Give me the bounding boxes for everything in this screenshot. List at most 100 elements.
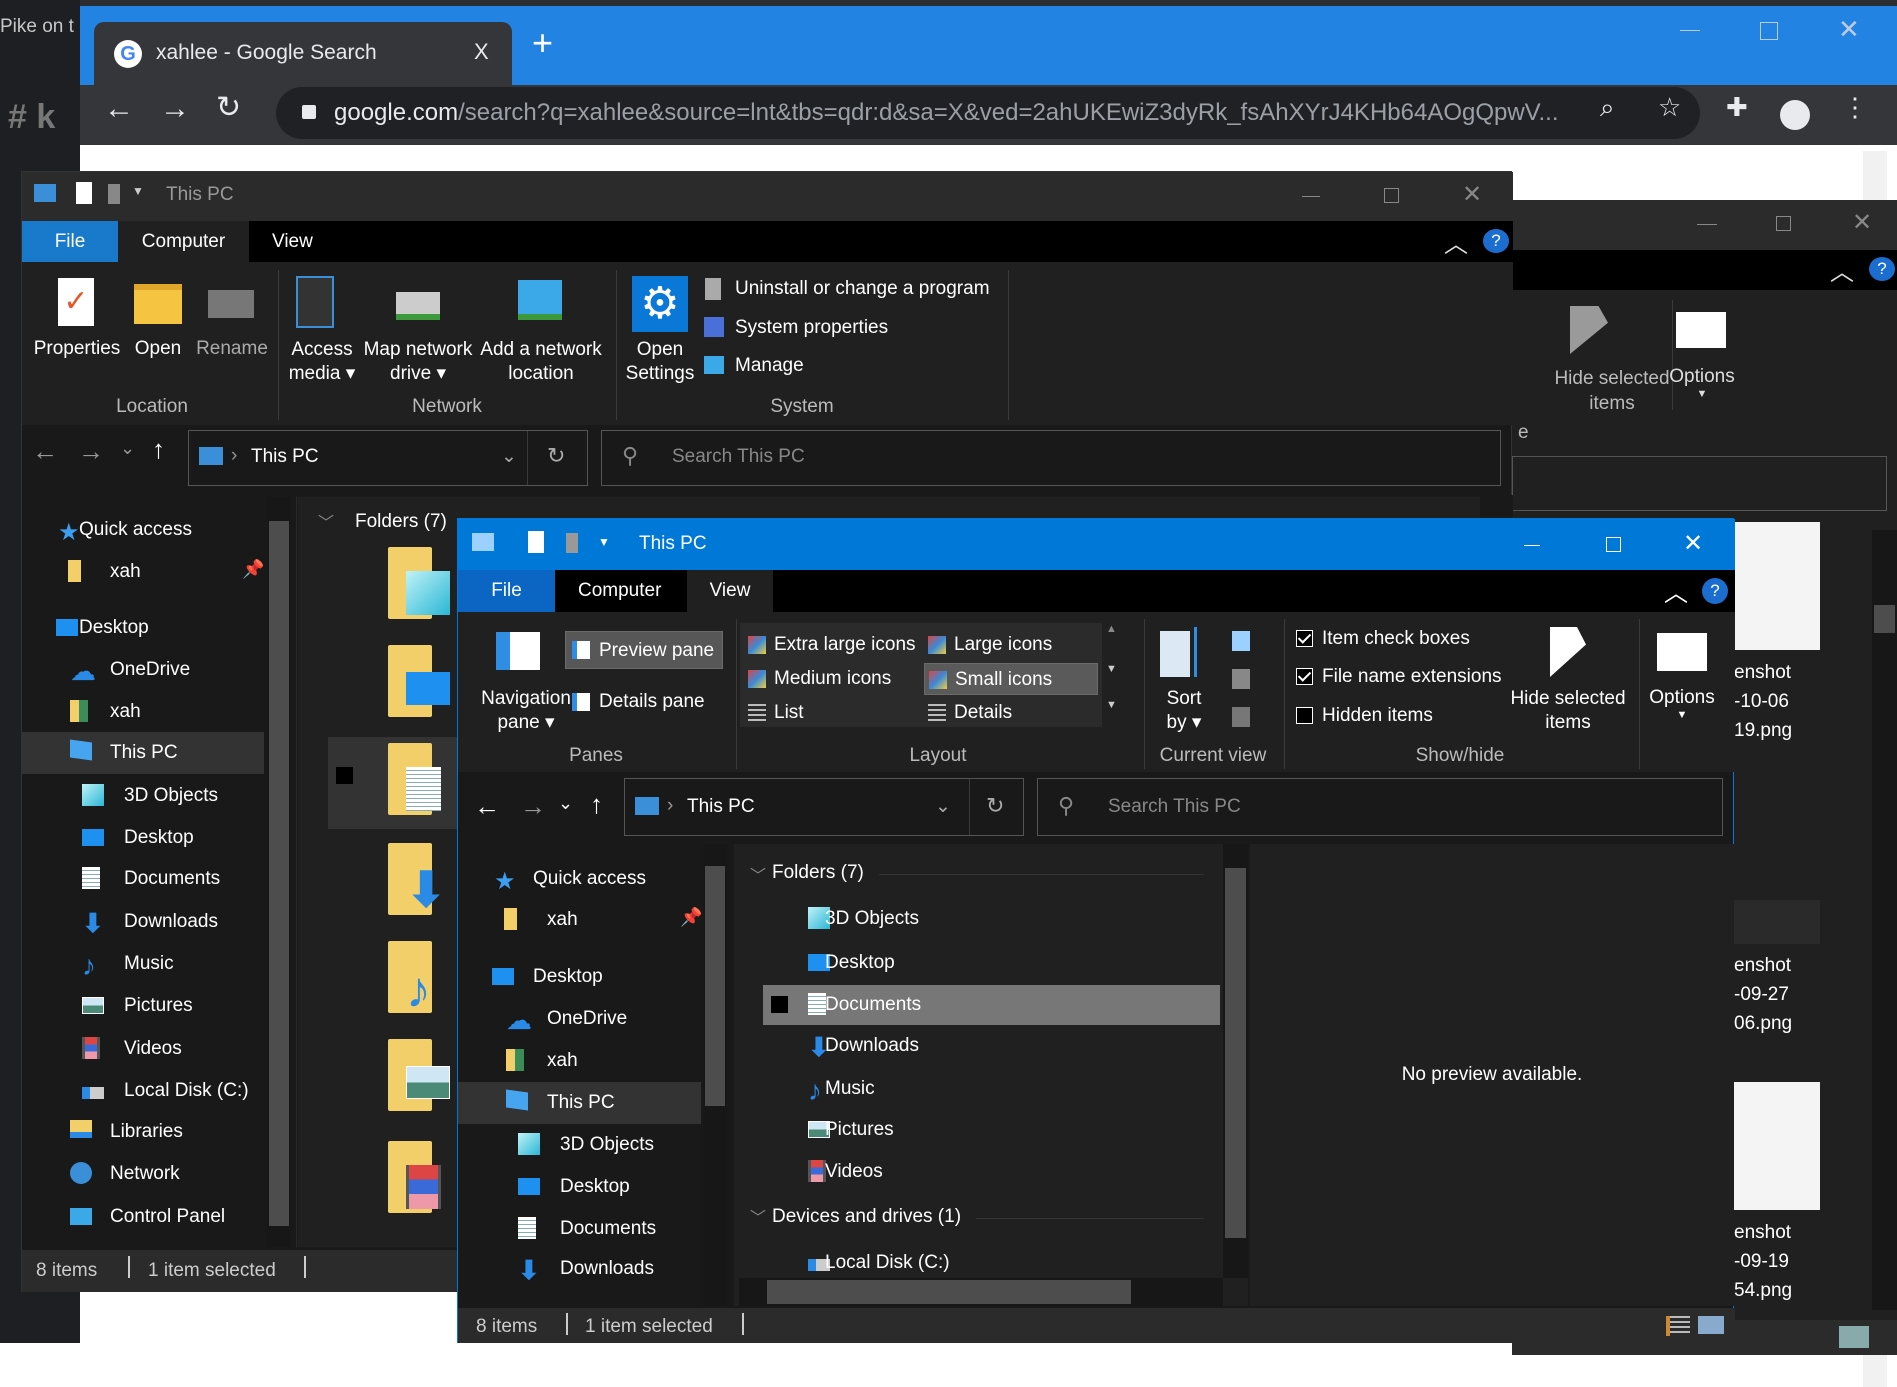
tab-view[interactable]: View <box>272 221 313 262</box>
tab-close-button[interactable]: X <box>474 39 489 65</box>
tab-file[interactable]: File <box>458 570 555 612</box>
close-icon[interactable]: ✕ <box>1852 208 1872 237</box>
properties-button[interactable]: Properties <box>32 338 122 360</box>
nav-item[interactable]: xah 📌 <box>22 551 264 593</box>
file-tile[interactable]: enshot -09-27 06.png <box>1734 900 1854 1100</box>
nav-item[interactable]: Documents <box>22 858 264 900</box>
collapse-ribbon-icon[interactable]: ︿ <box>1444 224 1468 259</box>
account-icon[interactable] <box>1780 100 1810 130</box>
pin-icon[interactable]: 📌 <box>680 907 702 928</box>
close-icon[interactable]: ✕ <box>1462 180 1482 209</box>
extensions-icon[interactable]: ✚ <box>1726 92 1748 123</box>
forward-button[interactable]: → <box>520 791 546 822</box>
add-network-location-button[interactable]: Add a network location <box>478 338 604 386</box>
new-folder-qat-icon[interactable] <box>566 533 578 553</box>
system-properties-button[interactable]: System properties <box>735 317 888 339</box>
help-icon[interactable]: ? <box>1702 578 1728 604</box>
scrollbar-thumb[interactable] <box>269 521 289 1226</box>
breadcrumb-this-pc[interactable]: This PC <box>251 446 319 468</box>
collapse-ribbon-icon[interactable]: ︿ <box>1830 252 1854 287</box>
manage-button[interactable]: Manage <box>735 355 804 377</box>
chrome-tab[interactable]: G xahlee - Google Search X <box>94 22 512 85</box>
item-check-boxes-checkbox[interactable] <box>1296 630 1313 647</box>
details-pane-button[interactable]: Details pane <box>599 691 705 713</box>
scrollbar[interactable] <box>1872 530 1897 1310</box>
recent-locations-button[interactable]: ⌄ <box>120 438 135 459</box>
maximize-icon[interactable] <box>1760 22 1778 40</box>
pin-icon[interactable]: 📌 <box>242 559 264 580</box>
tab-computer[interactable]: Computer <box>118 221 249 262</box>
nav-item[interactable]: Control Panel <box>22 1196 264 1238</box>
forward-button[interactable]: → <box>78 436 104 467</box>
gallery-up-icon[interactable]: ▲ <box>1106 623 1117 635</box>
minimize-icon[interactable] <box>1524 545 1540 546</box>
nav-item[interactable]: Pictures <box>22 985 264 1027</box>
nav-item[interactable]: Desktop <box>458 956 701 998</box>
options-button[interactable]: Options ▼ <box>1642 687 1722 721</box>
qat-dropdown-icon[interactable]: ▼ <box>132 184 144 198</box>
properties-qat-icon[interactable] <box>76 182 92 204</box>
folder-item[interactable]: Pictures <box>763 1110 1220 1150</box>
nav-item[interactable]: Documents <box>458 1208 701 1250</box>
folder-tile[interactable] <box>328 737 463 829</box>
nav-item[interactable]: ★ Quick access <box>458 858 701 900</box>
folder-item[interactable]: Desktop <box>763 943 1220 983</box>
nav-item[interactable]: Libraries <box>22 1111 264 1153</box>
up-button[interactable]: ↑ <box>152 434 165 465</box>
folder-tile[interactable] <box>328 639 463 731</box>
maximize-icon[interactable] <box>1606 537 1621 552</box>
new-tab-button[interactable]: + <box>532 22 553 64</box>
nav-item[interactable]: Network <box>22 1153 264 1195</box>
address-dropdown-icon[interactable]: ⌄ <box>935 795 951 818</box>
collapse-group-icon[interactable]: ﹀ <box>318 509 334 533</box>
reload-icon[interactable]: ↻ <box>216 90 241 125</box>
folder-item[interactable]: ⬇ Downloads <box>763 1026 1220 1066</box>
back-button[interactable]: ← <box>32 436 58 467</box>
maximize-icon[interactable] <box>1776 216 1791 231</box>
file-tile[interactable]: enshot -09-19 54.png <box>1734 1082 1854 1342</box>
nav-item[interactable]: This PC <box>22 732 264 774</box>
map-network-drive-button[interactable]: Map network drive ▾ <box>358 338 478 386</box>
search-box[interactable]: ⚲ Search This PC <box>1037 778 1723 836</box>
open-settings-button[interactable]: Open Settings <box>620 338 700 386</box>
scrollbar-thumb[interactable] <box>1225 868 1246 1238</box>
star-icon[interactable]: ☆ <box>1658 92 1681 123</box>
nav-item[interactable]: Desktop <box>22 607 264 649</box>
scrollbar-thumb[interactable] <box>767 1280 1131 1304</box>
folder-tile[interactable] <box>328 541 463 633</box>
open-button[interactable]: Open <box>128 338 188 360</box>
gallery-down-icon[interactable]: ▼ <box>1106 663 1117 675</box>
file-tile[interactable]: enshot -10-06 19.png <box>1734 522 1854 782</box>
search-box[interactable]: ⚲ Search This PC <box>601 430 1501 486</box>
group-by-icon[interactable] <box>1232 631 1250 651</box>
collapse-group-icon[interactable]: ﹀ <box>750 1204 766 1228</box>
folder-tile[interactable]: ♪ <box>328 935 463 1027</box>
nav-item[interactable]: ⬇ Downloads <box>22 901 264 943</box>
nav-item[interactable]: Desktop <box>458 1166 701 1208</box>
large-icons-view-icon[interactable] <box>1698 1316 1724 1334</box>
back-icon[interactable]: ← <box>104 92 134 126</box>
refresh-icon[interactable]: ↻ <box>986 793 1004 819</box>
nav-item[interactable]: Local Disk (C:) <box>22 1070 264 1112</box>
help-icon[interactable]: ? <box>1483 229 1509 253</box>
search-box[interactable] <box>1512 456 1887 511</box>
options-button[interactable]: Options ▼ <box>1662 366 1742 400</box>
minimize-icon[interactable] <box>1680 30 1700 31</box>
access-media-button[interactable]: Access media ▾ <box>282 338 362 386</box>
content-scrollbar[interactable] <box>1223 844 1248 1278</box>
folder-item[interactable]: Videos <box>763 1152 1220 1192</box>
back-button[interactable]: ← <box>474 791 500 822</box>
folder-item[interactable]: 3D Objects <box>763 899 1220 939</box>
layout-option[interactable]: Extra large icons <box>744 629 920 661</box>
nav-item[interactable]: Desktop <box>22 817 264 859</box>
minimize-icon[interactable] <box>1697 224 1717 225</box>
nav-item[interactable]: ⬇ Downloads <box>458 1248 701 1290</box>
properties-qat-icon[interactable] <box>528 531 544 553</box>
minimize-icon[interactable] <box>1302 196 1320 197</box>
rename-button[interactable]: Rename <box>192 338 272 360</box>
collapse-group-icon[interactable]: ﹀ <box>750 862 766 886</box>
nav-item[interactable]: 3D Objects <box>22 775 264 817</box>
nav-item[interactable]: ♪ Music <box>22 943 264 985</box>
up-button[interactable]: ↑ <box>590 789 603 820</box>
nav-item[interactable]: xah 📌 <box>458 899 702 941</box>
